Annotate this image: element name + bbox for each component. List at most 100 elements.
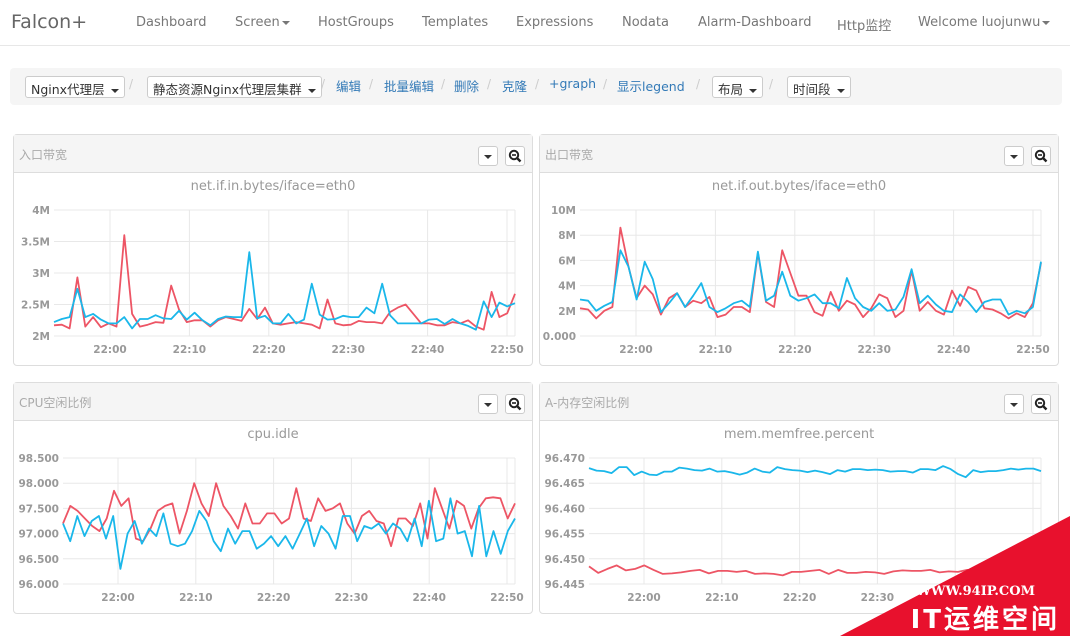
y-tick-label: 96.000 <box>18 579 59 591</box>
nav-label: Screen <box>235 15 280 30</box>
caret-down-icon <box>749 88 757 93</box>
x-tick-label: 22:50 <box>1016 344 1049 356</box>
chart-title: net.if.in.bytes/iface=eth0 <box>190 179 356 194</box>
nav-dashboard[interactable]: Dashboard <box>136 15 207 30</box>
y-tick-label: 98.500 <box>18 453 59 465</box>
nav-nodata[interactable]: Nodata <box>622 15 669 30</box>
graph-panel-inbound: 入口带宽 net.if.in.bytes/iface=eth0 2M 2.5M 3M 3.… <box>13 134 533 366</box>
y-tick-label: 96.500 <box>18 554 59 566</box>
caret-down-icon <box>1042 20 1051 25</box>
x-tick-label: 22:50 <box>490 592 523 604</box>
x-tick-label: 22:30 <box>331 344 364 356</box>
nav-expressions[interactable]: Expressions <box>516 15 593 30</box>
y-tick-label: 98.000 <box>18 478 59 490</box>
batch-edit-link[interactable]: 批量编辑 <box>384 76 434 95</box>
zoom-out-button[interactable] <box>1031 394 1051 414</box>
caret-down-icon <box>281 20 290 25</box>
y-tick-label: 97.500 <box>18 503 59 515</box>
zoom-out-icon <box>508 397 522 411</box>
select-label: Nginx代理层 <box>31 82 105 97</box>
caret-down-icon <box>1010 155 1018 159</box>
y-tick-label: 96.470 <box>544 453 585 465</box>
panel-heading: 出口带宽 <box>540 135 1058 173</box>
time-range-select[interactable]: 时间段 <box>787 76 851 98</box>
caret-down-icon <box>110 88 119 93</box>
nav-http-monitor[interactable]: Http监控 <box>837 15 891 34</box>
separator: / <box>696 77 701 91</box>
x-tick-label: 22:00 <box>101 592 134 604</box>
line-chart: 0.000 2M 4M 6M 8M 10M 22:00 22:10 22:20 22:30 22:4… <box>543 205 1050 356</box>
y-tick-label: 96.445 <box>544 579 585 591</box>
panel-menu-button[interactable] <box>1004 394 1024 414</box>
y-tick-label: 97.000 <box>18 529 59 541</box>
chart-title: mem.memfree.percent <box>723 427 875 442</box>
line-chart: 96.000 96.500 97.000 97.500 98.000 98.500 22:0… <box>18 453 523 604</box>
x-tick-label: 22:10 <box>179 592 212 604</box>
nav-templates[interactable]: Templates <box>422 15 488 30</box>
show-legend-link[interactable]: 显示legend <box>617 76 685 95</box>
x-tick-label: 22:40 <box>412 592 445 604</box>
x-tick-label: 22:00 <box>627 592 660 604</box>
x-tick-label: 22:10 <box>699 344 732 356</box>
x-tick-label: 22:30 <box>857 344 890 356</box>
y-tick-label: 4M <box>558 281 576 293</box>
nav-label: Http监控 <box>837 19 892 34</box>
zoom-out-button[interactable] <box>505 146 525 166</box>
nav-hostgroups[interactable]: HostGroups <box>318 15 394 30</box>
series-line-series-b <box>588 465 1042 479</box>
y-tick-label: 2M <box>558 306 576 318</box>
y-tick-label: 3M <box>32 268 50 280</box>
y-tick-label: 96.465 <box>544 478 585 490</box>
panel-menu-button[interactable] <box>1004 146 1024 166</box>
separator: / <box>321 77 326 91</box>
chart-title: cpu.idle <box>247 427 299 442</box>
series-line-series-a <box>53 234 516 331</box>
caret-down-icon <box>836 88 845 93</box>
x-tick-label: 22:20 <box>252 344 285 356</box>
zoom-out-icon <box>1034 149 1048 163</box>
watermark: WWW.94IP.COM IT运维空间 <box>840 516 1070 636</box>
y-tick-label: 2.5M <box>21 300 50 312</box>
panel-menu-button[interactable] <box>478 146 498 166</box>
panel-title: CPU空闲比例 <box>19 396 92 410</box>
navbar: Falcon+ Dashboard Screen HostGroups Temp… <box>0 0 1070 46</box>
y-tick-label: 96.460 <box>544 503 585 515</box>
separator: / <box>129 77 134 91</box>
layout-select[interactable]: 布局 <box>712 76 763 98</box>
x-tick-label: 22:20 <box>778 344 811 356</box>
subscreen-select[interactable]: 静态资源Nginx代理层集群 <box>147 76 322 98</box>
delete-link[interactable]: 删除 <box>454 76 479 95</box>
y-tick-label: 0.000 <box>543 331 576 343</box>
zoom-out-icon <box>1034 397 1048 411</box>
panel-heading: A-内存空闲比例 <box>540 383 1058 421</box>
watermark-text: IT运维空间 <box>911 604 1060 635</box>
x-tick-label: 22:00 <box>619 344 652 356</box>
panel-menu-button[interactable] <box>478 394 498 414</box>
separator: / <box>535 77 540 91</box>
nav-label: Expressions <box>516 15 594 30</box>
clone-link[interactable]: 克隆 <box>502 76 527 95</box>
nav-screen[interactable]: Screen <box>235 15 290 30</box>
separator: / <box>369 77 374 91</box>
graph-panel-cpu-idle: CPU空闲比例 cpu.idle 96.000 96.500 97.000 97.500 9… <box>13 382 533 614</box>
panel-heading: 入口带宽 <box>14 135 532 173</box>
separator: / <box>603 77 608 91</box>
caret-down-icon <box>307 88 316 93</box>
nav-user-menu[interactable]: Welcome luojunwu <box>918 15 1051 30</box>
screen-select[interactable]: Nginx代理层 <box>25 76 125 98</box>
add-graph-link[interactable]: +graph <box>549 76 596 91</box>
select-label: 布局 <box>718 82 744 97</box>
line-chart: 2M 2.5M 3M 3.5M 4M 22:00 22:10 22:20 22:30 22:40 2… <box>21 205 524 356</box>
caret-down-icon <box>484 155 492 159</box>
brand-logo[interactable]: Falcon+ <box>11 11 87 33</box>
zoom-out-button[interactable] <box>1031 146 1051 166</box>
panel-title: 出口带宽 <box>545 148 594 162</box>
x-tick-label: 22:40 <box>411 344 444 356</box>
x-tick-label: 22:10 <box>705 592 738 604</box>
graph-panel-outbound: 出口带宽 net.if.out.bytes/iface=eth0 0.000 2M 4M… <box>539 134 1059 366</box>
nav-alarm-dashboard[interactable]: Alarm-Dashboard <box>698 15 811 30</box>
zoom-out-button[interactable] <box>505 394 525 414</box>
separator: / <box>769 77 774 91</box>
watermark-url: WWW.94IP.COM <box>915 584 1035 599</box>
edit-link[interactable]: 编辑 <box>336 76 361 95</box>
